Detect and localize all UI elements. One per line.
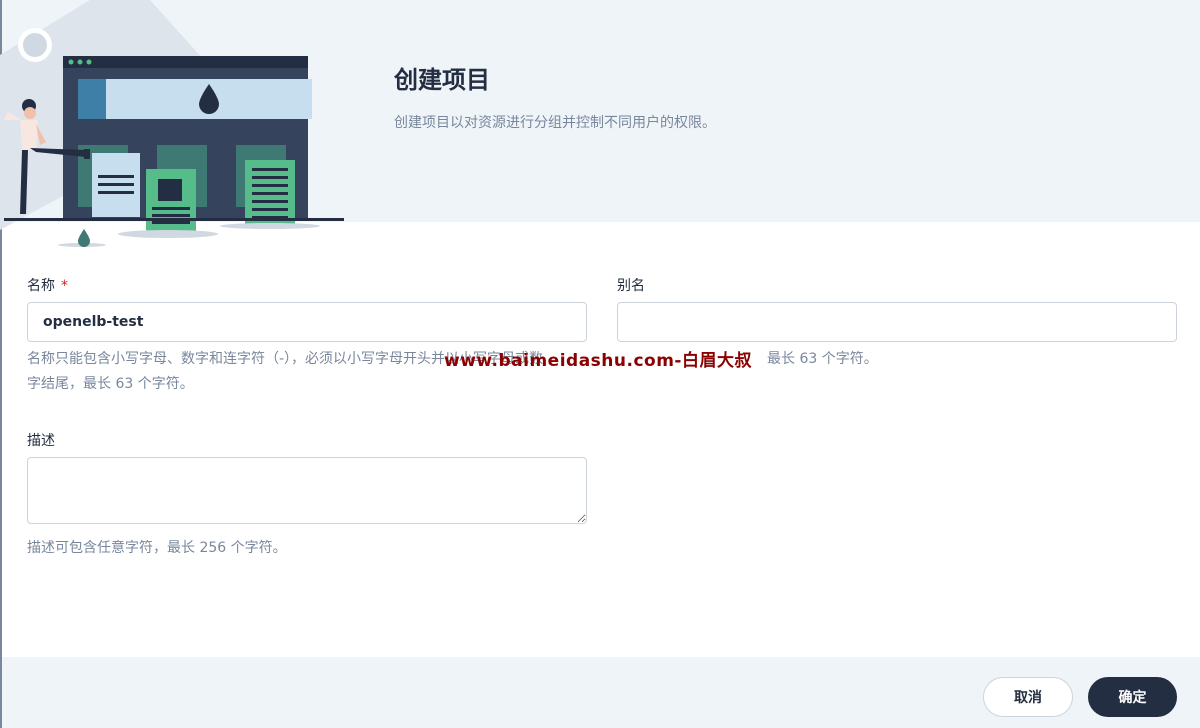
name-label-text: 名称 <box>27 278 55 294</box>
name-input[interactable] <box>27 302 587 342</box>
name-hint-line-2: 字结尾，最长 63 个字符。 <box>27 376 194 392</box>
description-label: 描述 <box>27 433 55 449</box>
project-illustration <box>0 0 344 247</box>
cancel-button[interactable]: 取消 <box>983 677 1073 717</box>
page-subtitle: 创建项目以对资源进行分组并控制不同用户的权限。 <box>394 115 716 131</box>
alias-input[interactable] <box>617 302 1177 342</box>
alias-hint: 最长 63 个字符。 <box>767 351 878 367</box>
alias-label: 别名 <box>617 278 645 294</box>
ok-button[interactable]: 确定 <box>1088 677 1177 717</box>
name-label: 名称 * <box>27 275 68 295</box>
page-title: 创建项目 <box>394 66 490 94</box>
watermark-text: www.baimeidashu.com-白眉大叔 <box>444 351 752 371</box>
required-mark: * <box>61 278 68 294</box>
description-hint: 描述可包含任意字符，最长 256 个字符。 <box>27 540 287 556</box>
leaf-icon <box>78 229 90 247</box>
description-textarea[interactable] <box>27 457 587 524</box>
